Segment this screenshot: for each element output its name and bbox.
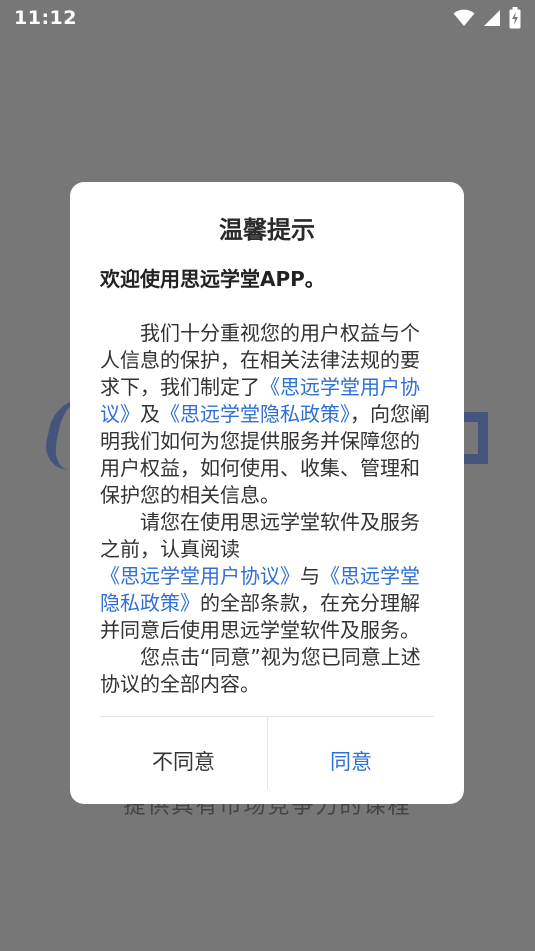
- user-agreement-link-2[interactable]: 《思远学堂用户协议》: [100, 564, 300, 588]
- cellular-signal-icon: [483, 9, 501, 27]
- paragraph-3: 您点击“同意”视为您已同意上述协议的全部内容。: [100, 645, 421, 696]
- paragraph-1: 我们十分重视您的用户权益与个人信息的保护，在相关法律法规的要求下，我们制定了《思…: [100, 320, 436, 509]
- privacy-dialog: 温馨提示 欢迎使用思远学堂APP。 我们十分重视您的用户权益与个人信息的保护，在…: [70, 182, 464, 804]
- dialog-title: 温馨提示: [219, 216, 315, 244]
- battery-charging-icon: [509, 7, 521, 29]
- status-bar: 11:12: [0, 0, 535, 36]
- welcome-text: 欢迎使用思远学堂APP。: [100, 267, 325, 291]
- paragraph-2-text-b: 与: [300, 564, 320, 588]
- agree-button[interactable]: 同意: [268, 717, 434, 804]
- privacy-policy-link[interactable]: 《思远学堂隐私政策》: [160, 402, 350, 426]
- status-icons: [453, 7, 521, 29]
- paragraph-2: 请您在使用思远学堂软件及服务之前，认真阅读《思远学堂用户协议》与《思远学堂隐私政…: [100, 509, 436, 644]
- dialog-body: 欢迎使用思远学堂APP。 我们十分重视您的用户权益与个人信息的保护，在相关法律法…: [100, 266, 436, 698]
- wifi-icon: [453, 9, 475, 27]
- paragraph-1-text-b: 及: [140, 402, 160, 426]
- disagree-button[interactable]: 不同意: [100, 717, 267, 804]
- status-time: 11:12: [14, 7, 77, 29]
- paragraph-2-text-a: 请您在使用思远学堂软件及服务之前，认真阅读: [100, 510, 420, 561]
